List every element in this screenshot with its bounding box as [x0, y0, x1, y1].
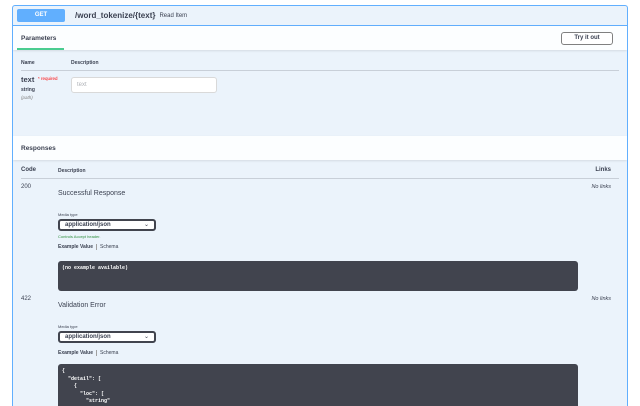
media-type-select-200[interactable]: application/json ⌄: [58, 219, 156, 231]
response-links-422: No links: [591, 296, 611, 302]
col-code-header: Code: [21, 167, 36, 173]
media-type-value-422: application/json: [65, 334, 111, 340]
example-text-200: (no example available): [62, 265, 129, 271]
json-line: "detail": [: [62, 375, 102, 382]
operation-block: GET /word_tokenize/{text} Read Item Para…: [12, 5, 628, 406]
chevron-down-icon: ⌄: [143, 222, 149, 228]
example-tabs-422: Example Value Schema: [58, 350, 118, 356]
response-code-200: 200: [21, 184, 32, 190]
tab-separator: [96, 350, 98, 356]
chevron-down-icon: ⌄: [143, 334, 149, 340]
response-description-200: Successful Response: [58, 190, 126, 197]
response-code-422: 422: [21, 296, 32, 302]
controls-accept-note: Controls Accept header.: [58, 234, 101, 239]
operation-path: /word_tokenize/{text}: [75, 11, 156, 20]
json-line: {: [62, 368, 66, 374]
media-type-label-422: Media type: [58, 324, 78, 329]
operation-summary[interactable]: GET /word_tokenize/{text} Read Item: [13, 6, 627, 26]
response-links-200: No links: [591, 184, 611, 190]
response-description-422: Validation Error: [58, 302, 106, 309]
json-line: "string": [62, 398, 111, 404]
col-description-header: Description: [71, 60, 99, 66]
parameters-header: Parameters Try it out: [13, 26, 627, 50]
json-line: "loc": [: [62, 390, 105, 397]
responses-title: Responses: [21, 144, 56, 152]
json-line: {: [62, 383, 78, 389]
responses-divider: [21, 178, 619, 179]
operation-summary-text: Read Item: [159, 12, 188, 19]
example-value-box-422: { "detail": [ { "loc": [ "string" ],: [58, 364, 578, 406]
param-required: * required: [38, 76, 58, 81]
tab-schema-200[interactable]: Schema: [100, 244, 118, 250]
tab-schema-422[interactable]: Schema: [100, 350, 118, 356]
parameters-divider: [21, 70, 619, 71]
example-tabs-200: Example Value Schema: [58, 244, 118, 250]
parameters-title: Parameters: [21, 34, 57, 42]
text-param-input[interactable]: [71, 77, 217, 93]
tab-separator: [96, 244, 98, 250]
param-location: (path): [21, 95, 33, 100]
col-response-description-header: Description: [58, 168, 86, 174]
param-type: string: [21, 87, 35, 93]
col-links-header: Links: [595, 167, 611, 173]
tab-example-value-200[interactable]: Example Value: [58, 244, 93, 250]
try-it-out-button[interactable]: Try it out: [561, 32, 613, 45]
media-type-value-200: application/json: [65, 222, 111, 228]
param-name: text: [21, 75, 35, 84]
media-type-select-422[interactable]: application/json ⌄: [58, 331, 156, 343]
col-name-header: Name: [21, 60, 35, 66]
responses-header: Responses: [13, 136, 627, 160]
tab-example-value-422[interactable]: Example Value: [58, 350, 93, 356]
example-value-box-200: (no example available): [58, 261, 578, 291]
method-badge: GET: [17, 9, 65, 22]
tab-parameters[interactable]: Parameters: [13, 26, 65, 50]
media-type-label-200: Media type: [58, 212, 78, 217]
